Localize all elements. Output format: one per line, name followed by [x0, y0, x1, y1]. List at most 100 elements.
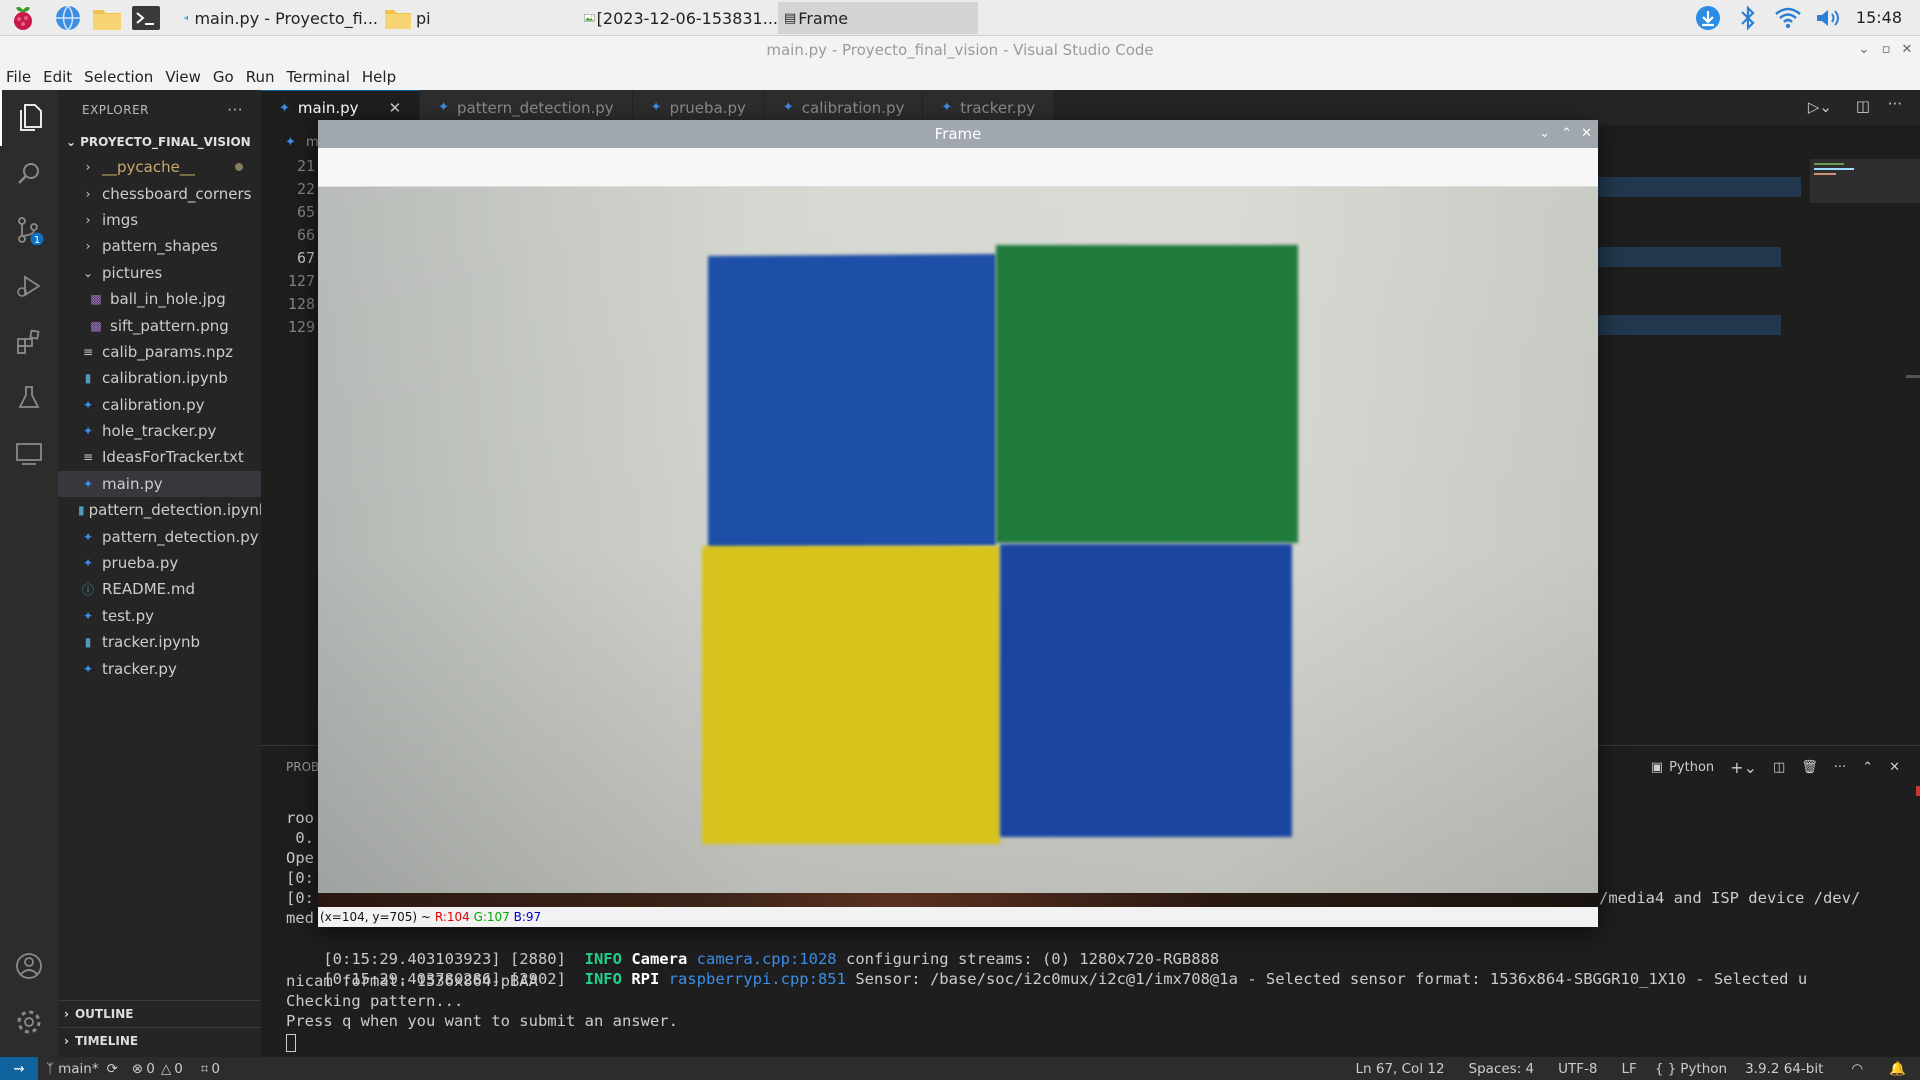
tree-folder[interactable]: › chessboard_corners [58, 180, 261, 206]
menu-edit[interactable]: Edit [43, 68, 72, 86]
menu-view[interactable]: View [165, 68, 201, 86]
warning-count[interactable]: 0 [174, 1061, 183, 1077]
updates-icon[interactable] [1692, 3, 1724, 33]
source-control-icon[interactable]: 1 [0, 202, 58, 258]
remote-indicator-icon[interactable]: ⇝ [0, 1057, 38, 1080]
tree-file-selected[interactable]: ✦ main.py [58, 470, 261, 498]
timeline-section[interactable]: › TIMELINE [58, 1027, 261, 1053]
error-count[interactable]: 0 [146, 1061, 155, 1077]
terminal-icon[interactable] [131, 3, 161, 33]
image-viewer-icon [584, 14, 595, 22]
close-window-icon[interactable]: ✕ [1900, 42, 1914, 57]
accounts-icon[interactable] [0, 938, 58, 994]
tree-file[interactable]: ≡ calib_params.npz [58, 339, 261, 365]
menu-file[interactable]: File [6, 68, 31, 86]
close-tab-icon[interactable]: ✕ [389, 99, 402, 117]
log-source: raspberrypi.cpp:851 [668, 970, 846, 988]
python-interpreter[interactable]: 3.9.2 64-bit [1745, 1061, 1823, 1077]
tree-file[interactable]: ▩ ball_in_hole.jpg [58, 286, 261, 312]
tree-folder[interactable]: › __pycache__ [58, 154, 261, 180]
ports-count[interactable]: 0 [211, 1061, 220, 1077]
menu-selection[interactable]: Selection [84, 68, 153, 86]
tree-file[interactable]: ▩ sift_pattern.png [58, 312, 261, 338]
camera-view[interactable] [318, 187, 1598, 907]
minimap[interactable] [1810, 155, 1920, 555]
task-image-viewer[interactable]: [2023-12-06-153831... [578, 2, 778, 34]
python-file-icon: ✦ [82, 608, 94, 623]
encoding[interactable]: UTF-8 [1558, 1061, 1597, 1077]
line-ending[interactable]: LF [1622, 1061, 1637, 1077]
maximize-icon[interactable]: ▫ [1879, 42, 1893, 57]
tree-file[interactable]: ≡ IdeasForTracker.txt [58, 444, 261, 470]
split-editor-icon[interactable]: ◫ [1856, 97, 1870, 115]
outline-section[interactable]: › OUTLINE [58, 1000, 261, 1026]
more-actions-icon[interactable]: ··· [1888, 95, 1902, 113]
terminal-cursor[interactable] [286, 1034, 296, 1052]
problems-tab[interactable]: PROB [286, 760, 319, 774]
minimize-icon[interactable]: ⌄ [1857, 42, 1871, 57]
terminal-scrollbar[interactable] [1916, 786, 1920, 796]
browser-icon[interactable] [53, 3, 83, 33]
pattern-green-top-right [996, 245, 1298, 543]
volume-icon[interactable] [1812, 3, 1844, 33]
tree-file[interactable]: ✦ calibration.py [58, 392, 261, 418]
project-folder[interactable]: ⌄ PROYECTO_FINAL_VISION [58, 130, 261, 154]
task-frame[interactable]: ▤ Frame [778, 2, 978, 34]
cursor-position[interactable]: Ln 67, Col 12 [1356, 1061, 1445, 1077]
tree-item-label: calibration.ipynb [102, 369, 228, 388]
clock[interactable]: 15:48 [1856, 0, 1902, 36]
explorer-icon[interactable] [0, 90, 58, 146]
testing-icon[interactable] [0, 370, 58, 426]
breadcrumb[interactable]: ✦ m [285, 135, 319, 150]
frame-close-icon[interactable]: ✕ [1581, 120, 1592, 148]
menu-help[interactable]: Help [362, 68, 396, 86]
menu-run[interactable]: Run [246, 68, 275, 86]
task-image-label: [2023-12-06-153831... [596, 8, 778, 28]
wifi-icon[interactable] [1772, 3, 1804, 33]
maximize-panel-icon[interactable]: ⌃ [1862, 760, 1873, 775]
copilot-icon[interactable]: ◠ [1851, 1061, 1863, 1077]
split-terminal-icon[interactable]: ◫ [1773, 760, 1785, 775]
file-manager-icon[interactable] [92, 3, 122, 33]
frame-title-bar[interactable]: Frame ⌄ ⌃ ✕ [318, 120, 1598, 148]
tree-folder[interactable]: › imgs [58, 207, 261, 233]
task-pi-folder[interactable]: pi [378, 2, 578, 34]
tree-file[interactable]: ✦ tracker.py [58, 655, 261, 681]
frame-minimize-icon[interactable]: ⌄ [1539, 120, 1550, 148]
indentation[interactable]: Spaces: 4 [1469, 1061, 1535, 1077]
sync-icon[interactable]: ⟳ [107, 1061, 118, 1077]
terminal-select[interactable]: ▣ Python [1651, 760, 1714, 775]
tree-folder[interactable]: › pattern_shapes [58, 233, 261, 259]
explorer-more-icon[interactable]: ··· [227, 101, 243, 119]
raspberry-menu-icon[interactable] [8, 3, 38, 33]
search-icon[interactable] [0, 146, 58, 202]
tree-file[interactable]: ⓘ README.md [58, 576, 261, 602]
tree-file[interactable]: ✦ hole_tracker.py [58, 418, 261, 444]
extensions-icon[interactable] [0, 314, 58, 370]
more-actions-icon[interactable]: ··· [1834, 760, 1846, 775]
run-python-icon[interactable]: ▷⌄ [1808, 98, 1832, 116]
tree-folder-open[interactable]: ⌄ pictures [58, 260, 261, 286]
remote-explorer-icon[interactable] [0, 426, 58, 482]
settings-gear-icon[interactable] [0, 994, 58, 1050]
bluetooth-icon[interactable] [1734, 3, 1762, 33]
run-debug-icon[interactable] [0, 258, 58, 314]
tree-file[interactable]: ▮ calibration.ipynb [58, 365, 261, 391]
menu-go[interactable]: Go [213, 68, 234, 86]
close-panel-icon[interactable]: ✕ [1889, 760, 1900, 775]
tree-file[interactable]: ✦ prueba.py [58, 550, 261, 576]
trash-icon[interactable]: 🗑 [1801, 760, 1818, 775]
menu-terminal[interactable]: Terminal [287, 68, 350, 86]
tree-file[interactable]: ▮ tracker.ipynb [58, 629, 261, 655]
notifications-bell-icon[interactable]: 🔔 [1889, 1061, 1906, 1077]
frame-maximize-icon[interactable]: ⌃ [1561, 120, 1572, 148]
tree-file[interactable]: ✦ pattern_detection.py [58, 523, 261, 549]
task-vscode[interactable]: main.py - Proyecto_fi... [178, 2, 378, 34]
vscode-icon [184, 16, 189, 20]
branch-name[interactable]: main* [58, 1061, 98, 1077]
editor-scrollbar[interactable] [1906, 375, 1920, 378]
new-terminal-icon[interactable]: +⌄ [1730, 758, 1757, 777]
tree-file[interactable]: ▮ pattern_detection.ipynb [58, 497, 261, 523]
language-mode[interactable]: Python [1680, 1061, 1727, 1077]
tree-file[interactable]: ✦ test.py [58, 603, 261, 629]
